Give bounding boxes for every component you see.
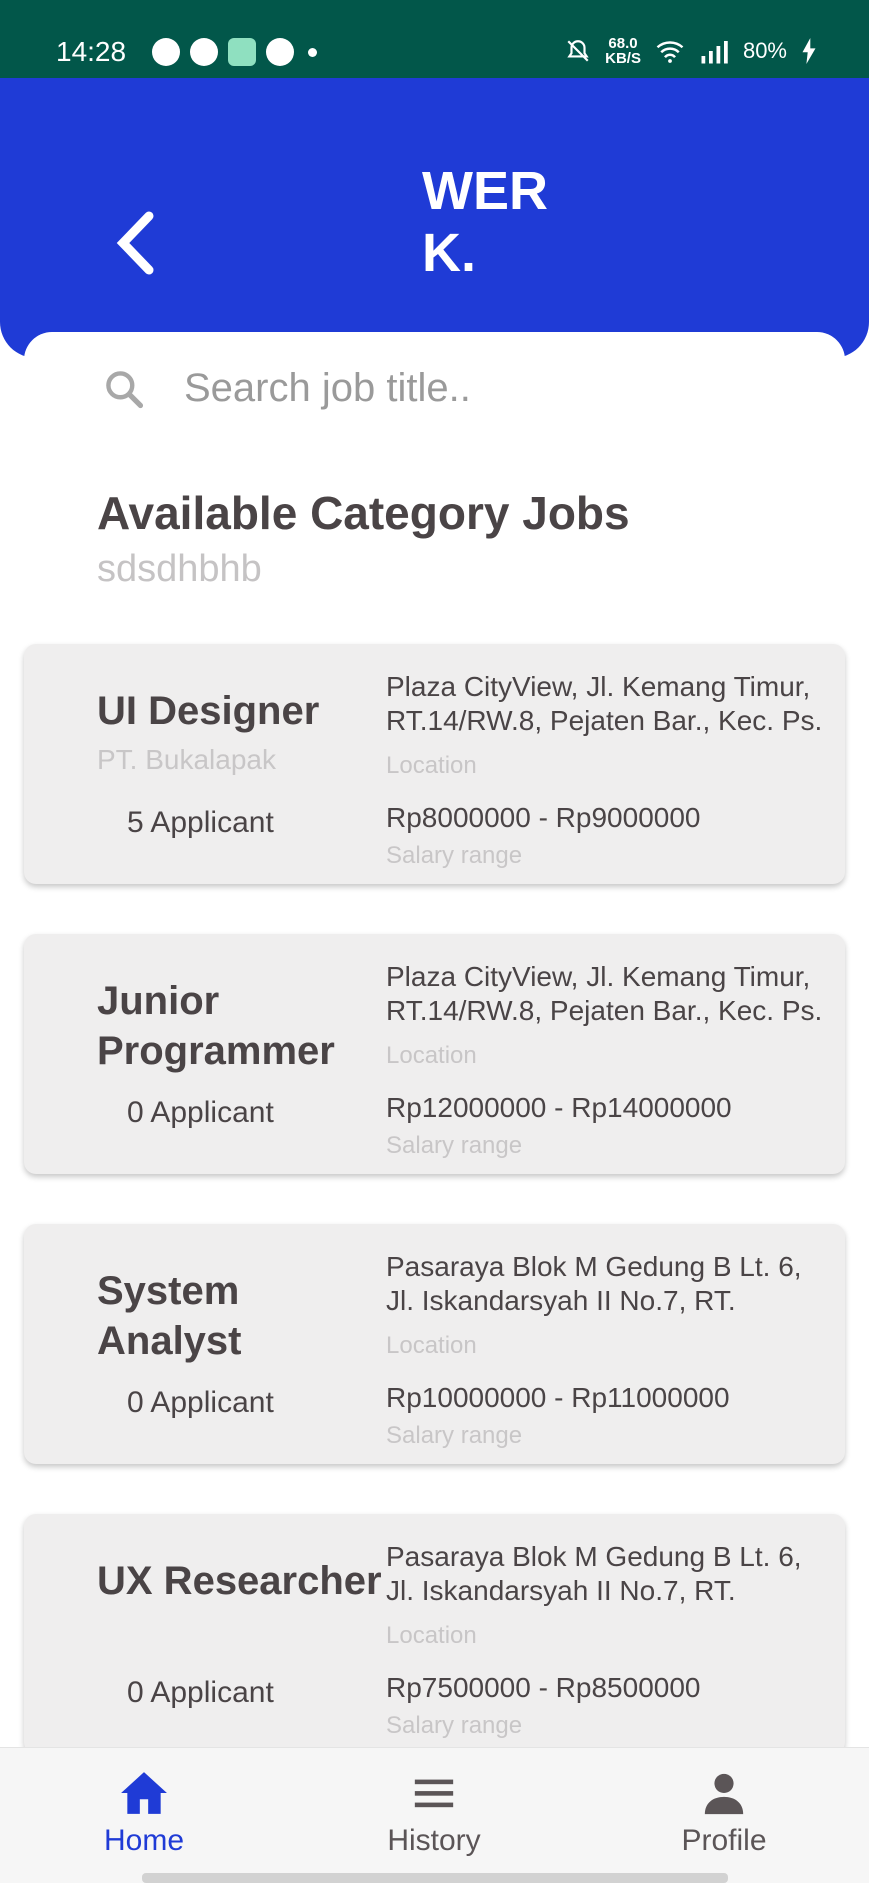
location-label: Location — [386, 1042, 477, 1069]
status-time: 14:28 — [56, 36, 127, 67]
job-title: Junior Programmer — [97, 979, 335, 1073]
job-location: Plaza CityView, Jl. Kemang Timur, RT.14/… — [386, 671, 823, 736]
nav-history-label: History — [387, 1824, 481, 1857]
job-card[interactable]: UX Researcher 0 Applicant Pasaraya Blok … — [24, 1514, 845, 1754]
gesture-bar — [142, 1873, 728, 1883]
notification-icons — [152, 38, 317, 66]
section-subtitle: sdsdhbhb — [97, 548, 262, 590]
job-applicants: 0 Applicant — [127, 1096, 274, 1129]
salary-range-label: Salary range — [386, 842, 523, 869]
location-label: Location — [386, 752, 477, 779]
bottom-nav: Home History Profile — [0, 1747, 869, 1883]
job-location: Pasaraya Blok M Gedung B Lt. 6, Jl. Iska… — [386, 1541, 802, 1606]
line-app-icon — [152, 38, 180, 66]
section-title: Available Category Jobs — [97, 487, 630, 539]
job-applicants: 0 Applicant — [127, 1676, 274, 1709]
job-salary: Rp8000000 - Rp9000000 — [386, 802, 701, 833]
net-speed-unit: KB/S — [605, 50, 641, 67]
job-company: PT. Bukalapak — [97, 744, 276, 775]
app-logo: WER K. — [422, 160, 548, 284]
chevron-left-icon — [116, 211, 154, 275]
more-notifications-dot-icon — [308, 47, 317, 57]
salary-range-label: Salary range — [386, 1712, 523, 1739]
job-title: System Analyst — [97, 1269, 242, 1363]
logo-line-1: WER — [422, 161, 548, 221]
location-label: Location — [386, 1622, 477, 1649]
location-label: Location — [386, 1332, 477, 1359]
app-header: WER K. — [0, 78, 869, 358]
job-salary: Rp12000000 - Rp14000000 — [386, 1092, 732, 1123]
nav-home[interactable]: Home — [64, 1770, 224, 1858]
nav-history[interactable]: History — [354, 1770, 514, 1858]
game-controller-icon — [266, 38, 294, 66]
nav-home-label: Home — [103, 1824, 185, 1857]
job-applicants: 0 Applicant — [127, 1386, 274, 1419]
signal-icon — [701, 41, 728, 64]
job-location: Pasaraya Blok M Gedung B Lt. 6, Jl. Iska… — [386, 1251, 802, 1316]
search-bar — [102, 366, 744, 411]
job-applicants: 5 Applicant — [127, 806, 274, 839]
salary-range-label: Salary range — [386, 1422, 523, 1449]
job-salary: Rp7500000 - Rp8500000 — [386, 1672, 701, 1703]
whatsapp-icon — [190, 38, 218, 66]
menu-icon — [414, 1779, 454, 1808]
battery-level: 80% — [742, 38, 787, 63]
net-speed: 68.0 KB/S — [605, 36, 641, 66]
job-card[interactable]: UI Designer PT. Bukalapak 5 Applicant Pl… — [24, 644, 845, 884]
home-icon — [121, 1772, 167, 1814]
nav-profile-label: Profile — [681, 1824, 767, 1857]
job-title: UX Researcher — [97, 1559, 382, 1603]
person-icon — [704, 1773, 744, 1815]
back-button[interactable] — [105, 188, 165, 298]
job-location: Plaza CityView, Jl. Kemang Timur, RT.14/… — [386, 961, 823, 1026]
logo-line-2: K. — [422, 223, 476, 283]
net-speed-value: 68.0 — [608, 35, 638, 52]
job-title: UI Designer — [97, 689, 320, 733]
status-bar: 14:28 68.0 KB/S 80% — [0, 0, 869, 78]
job-card[interactable]: System Analyst 0 Applicant Pasaraya Blok… — [24, 1224, 845, 1464]
search-input[interactable] — [184, 366, 744, 411]
search-icon — [106, 370, 144, 408]
salary-range-label: Salary range — [386, 1132, 523, 1159]
job-salary: Rp10000000 - Rp11000000 — [386, 1382, 730, 1413]
job-card[interactable]: Junior Programmer 0 Applicant Plaza City… — [24, 934, 845, 1174]
mute-bell-icon — [567, 40, 589, 62]
status-right: 68.0 KB/S 80% — [565, 36, 817, 66]
charging-icon — [802, 38, 816, 64]
wifi-icon — [656, 41, 684, 63]
app-icon — [228, 38, 256, 66]
nav-profile[interactable]: Profile — [644, 1770, 804, 1858]
